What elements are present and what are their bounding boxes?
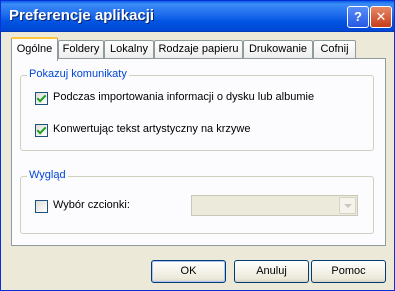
title-bar[interactable]: Preferencje aplikacji ? ✕ <box>1 1 394 32</box>
help-icon[interactable]: ? <box>347 6 369 28</box>
appearance-groupbox: Wygląd Wybór czcionki: <box>20 169 374 234</box>
convert-text-checkbox[interactable] <box>35 124 48 137</box>
font-choice-checkbox[interactable] <box>35 200 48 213</box>
chevron-down-icon[interactable] <box>339 197 356 214</box>
tab-local[interactable]: Lokalny <box>104 40 154 59</box>
messages-group-title: Pokazuj komunikaty <box>27 68 129 80</box>
appearance-group-title: Wygląd <box>27 169 68 181</box>
convert-text-label: Konwertując tekst artystyczny na krzywe <box>53 123 251 135</box>
tab-paper-types[interactable]: Rodzaje papieru <box>154 40 243 59</box>
cancel-button[interactable]: Anuluj <box>234 260 309 283</box>
tab-panel-general: Pokazuj komunikaty Podczas importowania … <box>11 58 386 246</box>
window-title: Preferencje aplikacji <box>9 7 155 24</box>
help-button[interactable]: Pomoc <box>311 260 386 283</box>
tab-general[interactable]: Ogólne <box>11 37 58 61</box>
font-select[interactable] <box>191 195 358 216</box>
messages-groupbox: Pokazuj komunikaty Podczas importowania … <box>20 68 374 151</box>
dialog-window: Preferencje aplikacji ? ✕ Ogólne Foldery… <box>0 0 395 291</box>
tab-undo[interactable]: Cofnij <box>313 40 356 59</box>
font-choice-label: Wybór czcionki: <box>53 199 130 211</box>
import-info-checkbox[interactable] <box>35 92 48 105</box>
import-info-label: Podczas importowania informacji o dysku … <box>53 91 315 103</box>
tab-folders[interactable]: Foldery <box>58 40 104 59</box>
tab-printing[interactable]: Drukowanie <box>243 40 313 59</box>
close-icon[interactable]: ✕ <box>370 6 392 28</box>
ok-button[interactable]: OK <box>151 260 226 283</box>
